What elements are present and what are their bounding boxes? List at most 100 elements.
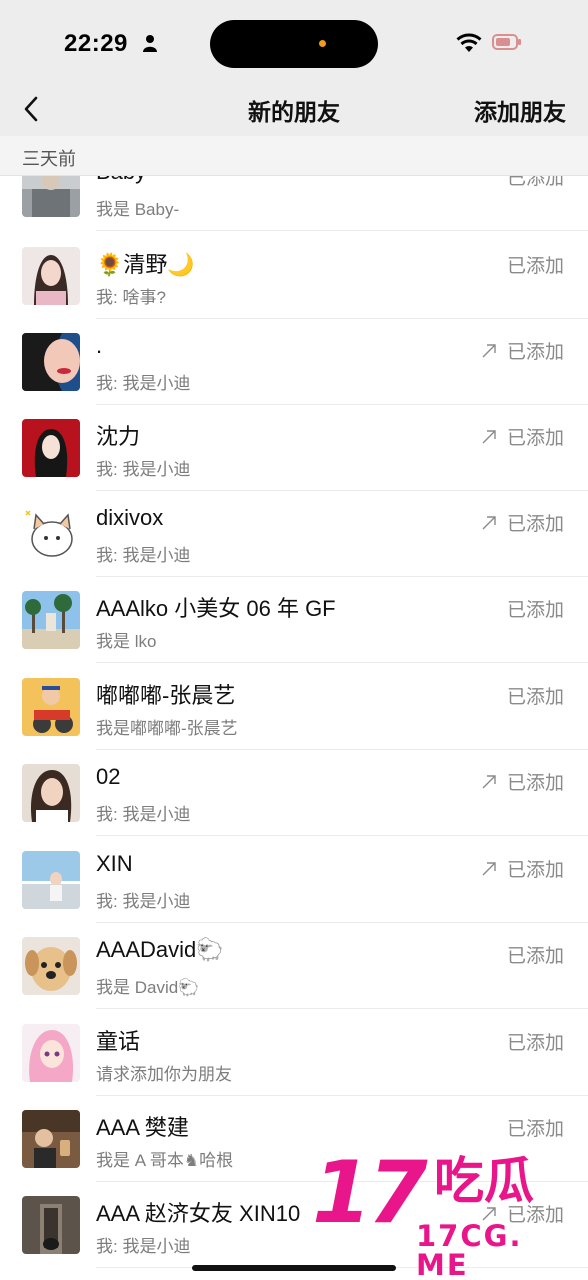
watermark-logo: 17 吃瓜 17CG. ME	[312, 1143, 574, 1280]
status-added: 已添加	[481, 855, 564, 882]
dynamic-island	[210, 20, 378, 68]
status-label: 已添加	[506, 773, 564, 794]
friend-message: 我是 lko	[96, 632, 157, 651]
status-added: 已添加	[507, 595, 564, 622]
status-label: 已添加	[506, 860, 564, 881]
avatar	[22, 176, 80, 217]
status-added: 已添加	[507, 682, 564, 709]
person-icon	[143, 35, 157, 52]
friend-name: Baby-	[96, 176, 153, 185]
status-label: 已添加	[506, 946, 564, 967]
divider	[96, 662, 588, 663]
home-indicator	[192, 1265, 396, 1271]
friend-message: 我: 我是小迪	[96, 460, 191, 479]
list-item[interactable]: Baby- 我是 Baby- 已添加	[0, 176, 588, 231]
section-label: 三天前	[22, 149, 76, 169]
avatar	[22, 419, 80, 477]
status-label: 已添加	[506, 1119, 564, 1140]
friend-message: 我: 我是小迪	[96, 892, 191, 911]
share-arrow-icon	[482, 344, 496, 358]
list-item[interactable]: 童话 请求添加你为朋友 已添加	[0, 1010, 588, 1096]
wifi-icon	[456, 33, 482, 52]
list-item[interactable]: XIN 我: 我是小迪 已添加	[0, 837, 588, 923]
watermark-domain: 17CG. ME	[416, 1219, 523, 1280]
list-item[interactable]: 🌻清野🌙 我: 啥事? 已添加	[0, 233, 588, 319]
friend-message: 我是 David🐑	[96, 978, 200, 997]
status-label: 已添加	[506, 1033, 564, 1054]
friend-name: 童话	[96, 1029, 141, 1054]
status-label: 已添加	[506, 256, 564, 277]
friend-message: 请求添加你为朋友	[96, 1065, 232, 1084]
status-added: 已添加	[507, 251, 564, 278]
status-label: 已添加	[506, 176, 564, 189]
friend-name: XIN	[96, 851, 133, 876]
friend-message: 我: 我是小迪	[96, 805, 191, 824]
avatar	[22, 591, 80, 649]
friend-name: AAA 樊建	[96, 1115, 189, 1140]
status-label: 已添加	[506, 687, 564, 708]
list-item[interactable]: dixivox 我: 我是小迪 已添加	[0, 491, 588, 577]
status-time: 22:29	[64, 30, 128, 57]
friend-name: 嘟嘟嘟-张晨艺	[96, 683, 236, 708]
friend-name: AAAlko 小美女 06 年 GF	[96, 596, 336, 621]
friend-name: 沈力	[96, 424, 141, 449]
share-arrow-icon	[482, 862, 496, 876]
friend-name: AAA 赵济女友 XIN10	[96, 1201, 301, 1226]
section-header: 三天前	[0, 136, 588, 176]
list-item[interactable]: 02 我: 我是小迪 已添加	[0, 750, 588, 836]
friend-message: 我: 啥事?	[96, 288, 166, 307]
nav-bar: 新的朋友 添加朋友	[0, 84, 588, 136]
friend-message: 我: 我是小迪	[96, 546, 191, 565]
status-added: 已添加	[507, 1028, 564, 1055]
avatar	[22, 1110, 80, 1168]
friend-name: 02	[96, 764, 121, 789]
avatar	[22, 764, 80, 822]
friend-request-list: Baby- 我是 Baby- 已添加 🌻清野🌙 我: 啥事? 已添加 . 我: …	[0, 176, 588, 1280]
battery-icon	[492, 34, 521, 50]
recording-indicator	[319, 40, 326, 47]
list-item[interactable]: AAAlko 小美女 06 年 GF 我是 lko 已添加	[0, 577, 588, 663]
add-friend-button[interactable]: 添加朋友	[474, 93, 566, 127]
status-label: 已添加	[506, 514, 564, 535]
avatar	[22, 247, 80, 305]
friend-message: 我: 我是小迪	[96, 1237, 191, 1256]
avatar	[22, 851, 80, 909]
avatar	[22, 1024, 80, 1082]
status-label: 已添加	[506, 600, 564, 621]
divider	[96, 230, 588, 231]
friend-name: AAADavid🐑	[96, 937, 224, 962]
status-added: 已添加	[481, 337, 564, 364]
status-added: 已添加	[481, 509, 564, 536]
friend-message: 我: 我是小迪	[96, 374, 191, 393]
list-item[interactable]: 嘟嘟嘟-张晨艺 我是嘟嘟嘟-张晨艺 已添加	[0, 664, 588, 750]
friend-message: 我是嘟嘟嘟-张晨艺	[96, 719, 238, 738]
friend-name: 🌻清野🌙	[96, 252, 195, 277]
status-bar: 22:29	[0, 0, 588, 84]
status-added: 已添加	[507, 1114, 564, 1141]
divider	[96, 835, 588, 836]
watermark-number: 17	[312, 1143, 428, 1243]
status-added: 已添加	[507, 176, 564, 190]
list-item[interactable]: AAADavid🐑 我是 David🐑 已添加	[0, 923, 588, 1009]
avatar	[22, 505, 80, 563]
friend-name: dixivox	[96, 505, 164, 530]
status-added: 已添加	[481, 768, 564, 795]
status-added: 已添加	[507, 941, 564, 968]
divider	[96, 1008, 588, 1009]
avatar	[22, 678, 80, 736]
avatar	[22, 333, 80, 391]
share-arrow-icon	[482, 430, 496, 444]
watermark-text: 吃瓜	[434, 1153, 534, 1209]
share-arrow-icon	[482, 516, 496, 530]
status-added: 已添加	[481, 423, 564, 450]
friend-message: 我是 Baby-	[96, 200, 180, 219]
share-arrow-icon	[482, 775, 496, 789]
list-item[interactable]: . 我: 我是小迪 已添加	[0, 319, 588, 405]
status-label: 已添加	[506, 428, 564, 449]
avatar	[22, 937, 80, 995]
friend-name: .	[96, 333, 103, 358]
status-label: 已添加	[506, 342, 564, 363]
avatar	[22, 1196, 80, 1254]
friend-message: 我是 A 哥本♞哈根	[96, 1151, 234, 1170]
list-item[interactable]: 沈力 我: 我是小迪 已添加	[0, 405, 588, 491]
